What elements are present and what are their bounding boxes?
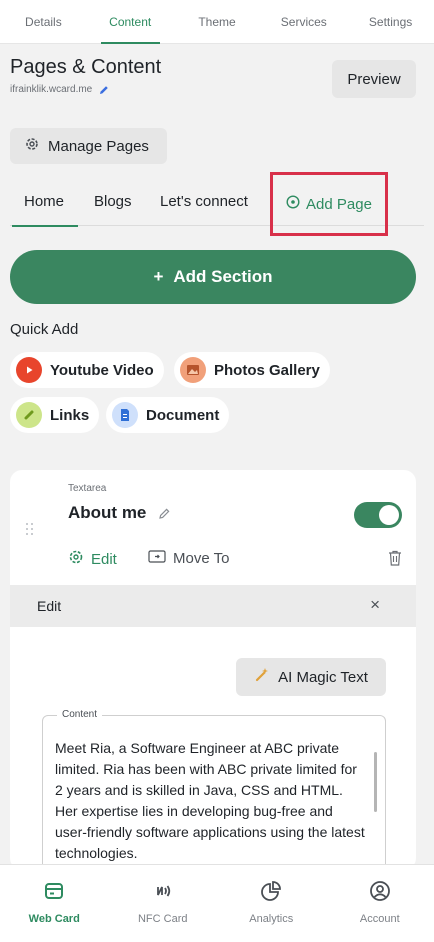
move-folder-icon xyxy=(148,549,166,567)
nfc-card-label: NFC Card xyxy=(137,913,188,925)
plus-circle-icon xyxy=(286,195,300,213)
photos-label: Photos Gallery xyxy=(214,361,320,379)
move-to-button[interactable]: Move To xyxy=(148,549,229,567)
account-icon xyxy=(369,881,390,901)
bottom-nav: Web Card NFC Card Analytics Account xyxy=(0,864,434,942)
section-title: About me xyxy=(68,503,147,522)
link-icon xyxy=(16,402,42,428)
section-type-label: Textarea xyxy=(68,483,107,494)
section-visibility-toggle[interactable] xyxy=(354,502,402,528)
youtube-play-icon xyxy=(16,357,42,383)
add-section-label: Add Section xyxy=(173,267,273,286)
quick-add-heading: Quick Add xyxy=(10,321,79,338)
edit-label: Edit xyxy=(91,550,117,568)
nfc-icon xyxy=(156,885,170,897)
toggle-knob xyxy=(379,505,399,525)
edit-url-pencil-icon[interactable] xyxy=(98,83,110,95)
top-tab-bar: Details Content Theme Services Settings xyxy=(0,0,434,44)
add-section-button[interactable]: + Add Section xyxy=(10,250,416,304)
tab-theme[interactable]: Theme xyxy=(174,0,261,43)
ai-magic-label: AI Magic Text xyxy=(278,668,368,686)
bottom-nav-web-card[interactable]: Web Card xyxy=(0,865,109,942)
web-card-icon xyxy=(45,883,64,899)
pie-chart-icon xyxy=(261,881,282,901)
manage-pages-button[interactable]: Manage Pages xyxy=(10,128,167,164)
document-label: Document xyxy=(146,406,220,424)
quick-add-photos[interactable]: Photos Gallery xyxy=(174,352,330,388)
ai-magic-text-button[interactable]: AI Magic Text xyxy=(236,658,386,696)
plus-icon: + xyxy=(153,267,164,286)
tab-content[interactable]: Content xyxy=(87,0,174,44)
page-tab-blogs[interactable]: Blogs xyxy=(94,193,132,210)
card-url: ifrainklik.wcard.me xyxy=(10,83,93,95)
tab-services[interactable]: Services xyxy=(260,0,347,43)
bottom-nav-nfc-card[interactable]: NFC Card xyxy=(109,865,218,942)
document-icon xyxy=(112,402,138,428)
add-page-label: Add Page xyxy=(306,195,372,213)
content-field-label: Content xyxy=(57,709,103,720)
page-tab-home[interactable]: Home xyxy=(11,193,79,227)
page-header: Pages & Content ifrainklik.wcard.me Prev… xyxy=(10,56,424,104)
add-page-button[interactable]: Add Page xyxy=(270,172,388,236)
analytics-label: Analytics xyxy=(249,913,294,925)
web-card-label: Web Card xyxy=(28,913,80,925)
youtube-label: Youtube Video xyxy=(50,361,154,379)
preview-button[interactable]: Preview xyxy=(332,60,416,98)
edit-title-pencil-icon[interactable] xyxy=(158,507,171,525)
links-label: Links xyxy=(50,406,90,424)
page-tab-lets-connect[interactable]: Let's connect xyxy=(160,193,248,210)
account-label: Account xyxy=(359,913,400,925)
trash-icon[interactable] xyxy=(388,550,402,571)
gear-icon xyxy=(24,136,40,156)
textarea-scrollbar[interactable] xyxy=(374,752,377,812)
edit-section-button[interactable]: Edit xyxy=(68,549,117,569)
close-icon[interactable]: × xyxy=(370,595,380,615)
edit-panel-title: Edit xyxy=(37,598,62,614)
tab-settings[interactable]: Settings xyxy=(347,0,434,43)
tab-details[interactable]: Details xyxy=(0,0,87,43)
photo-gallery-icon xyxy=(180,357,206,383)
quick-add-document[interactable]: Document xyxy=(106,397,230,433)
gear-icon xyxy=(68,549,84,569)
quick-add-links[interactable]: Links xyxy=(10,397,100,433)
section-card: Textarea About me Edit Move To Edit × AI… xyxy=(10,470,416,870)
edit-panel-header: Edit × xyxy=(10,585,416,627)
content-textarea[interactable]: Content Meet Ria, a Software Engineer at… xyxy=(42,709,386,870)
bottom-nav-analytics[interactable]: Analytics xyxy=(217,865,326,942)
quick-add-youtube[interactable]: Youtube Video xyxy=(10,352,164,388)
magic-wand-icon xyxy=(254,667,270,687)
content-text[interactable]: Meet Ria, a Software Engineer at ABC pri… xyxy=(55,738,367,864)
drag-handle-icon[interactable] xyxy=(25,522,35,541)
manage-pages-label: Manage Pages xyxy=(48,137,149,155)
move-to-label: Move To xyxy=(173,549,230,567)
bottom-nav-account[interactable]: Account xyxy=(326,865,434,942)
